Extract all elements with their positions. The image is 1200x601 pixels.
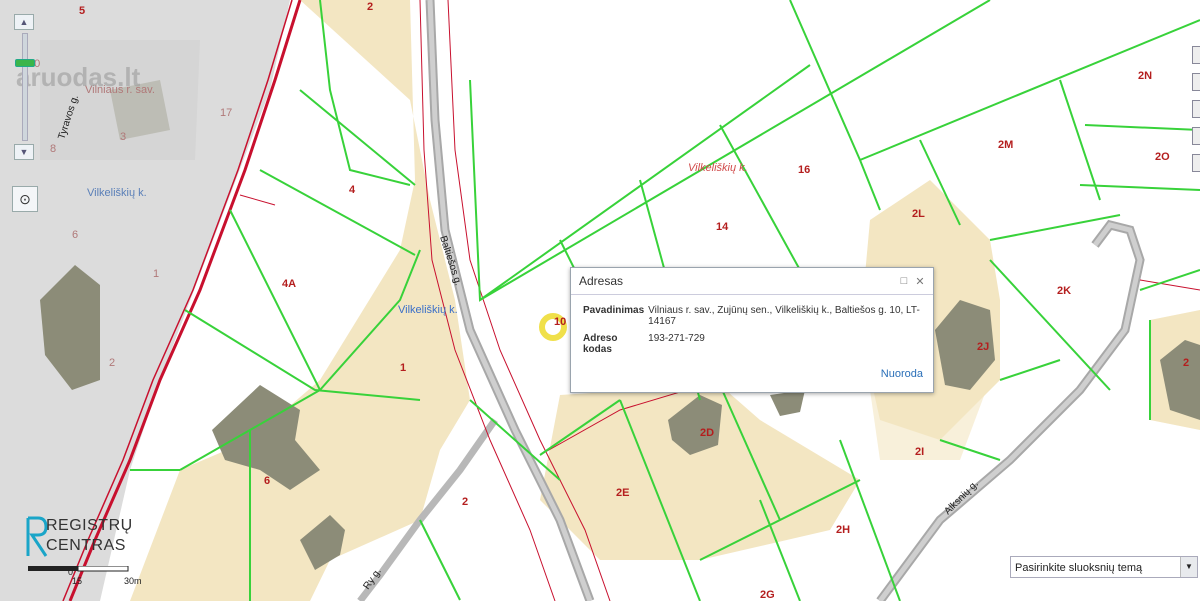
place-label: Vilkeliškių k. (87, 187, 147, 199)
parcel-label: 1 (153, 268, 159, 280)
parcel-label: 16 (798, 164, 810, 176)
parcel-label: 2E (616, 487, 629, 499)
zoom-out-icon[interactable]: ▼ (14, 144, 34, 160)
tool-button[interactable] (1192, 73, 1200, 91)
logo-line2: CENTRAS (46, 537, 126, 554)
dropdown-arrow-icon[interactable]: ▼ (1180, 557, 1197, 577)
zoom-in-icon[interactable]: ▲ (14, 14, 34, 30)
parcel-label: 8 (50, 143, 56, 155)
logo-line1: REGISTRŲ (46, 517, 133, 534)
place-label: Vilkeliškių k. (688, 162, 748, 174)
parcel-label: 6 (72, 229, 78, 241)
zoom-slider[interactable] (15, 33, 35, 141)
locate-icon[interactable]: ⊙ (12, 186, 38, 212)
parcel-label: 6 (264, 475, 270, 487)
parcel-label: 2 (109, 357, 115, 369)
layer-theme-select[interactable]: Pasirinkite sluoksnių temą ▼ (1010, 556, 1198, 578)
field-label: Adreso kodas (583, 333, 618, 355)
layer-select-value: Pasirinkite sluoksnių temą (1015, 562, 1143, 574)
parcel-label: 2L (912, 208, 925, 220)
parcel-label: 3 (120, 131, 126, 143)
field-value: Vilniaus r. sav., Zujūnų sen., Vilkelišk… (648, 305, 920, 327)
parcel-label: 2D (700, 427, 714, 439)
parcel-label: 10 (554, 316, 566, 328)
tool-button[interactable] (1192, 154, 1200, 172)
field-label: Pavadinimas (583, 305, 645, 316)
parcel-label: 2H (836, 524, 850, 536)
parcel-label: 2 (367, 1, 373, 13)
tool-button[interactable] (1192, 46, 1200, 64)
parcel-label: 2K (1057, 285, 1071, 297)
zoom-slider-handle[interactable] (15, 59, 35, 67)
link-button[interactable]: Nuoroda (881, 368, 923, 380)
parcel-label: 5 (79, 5, 85, 17)
maximize-icon[interactable]: □ (899, 275, 909, 288)
place-label: Vilkeliškių k. (398, 304, 458, 316)
parcel-label: 2 (1183, 357, 1189, 369)
scale-tick: 30m (124, 576, 142, 586)
parcel-label: 2 (462, 496, 468, 508)
tool-button[interactable] (1192, 100, 1200, 118)
popup-title: Adresas (579, 274, 624, 288)
zoom-control[interactable]: ▲ ▼ (10, 14, 38, 160)
parcel-label: 1 (400, 362, 406, 374)
parcel-label: 2I (915, 446, 924, 458)
parcel-label: 2N (1138, 70, 1152, 82)
parcel-label: 4A (282, 278, 296, 290)
parcel-label: 2G (760, 589, 775, 601)
parcel-label: 2O (1155, 151, 1170, 163)
parcel-label: 2J (977, 341, 989, 353)
parcel-label: 2M (998, 139, 1013, 151)
scale-bar: 0 15 30m (28, 566, 142, 586)
address-table: Pavadinimas Vilniaus r. sav., Zujūnų sen… (583, 305, 933, 361)
address-popup[interactable]: Adresas □ ✕ Pavadinimas Vilniaus r. sav.… (570, 267, 934, 393)
close-icon[interactable]: ✕ (915, 275, 925, 288)
field-value: 193-271-729 (648, 333, 705, 344)
parcel-label: 14 (716, 221, 729, 233)
tool-button[interactable] (1192, 127, 1200, 145)
scale-tick: 15 (72, 576, 82, 586)
parcel-label: 17 (220, 107, 232, 119)
registru-centras-logo: REGISTRŲ CENTRAS (26, 516, 132, 563)
parcel-label: 4 (349, 184, 356, 196)
right-toolbar[interactable] (1192, 46, 1200, 181)
